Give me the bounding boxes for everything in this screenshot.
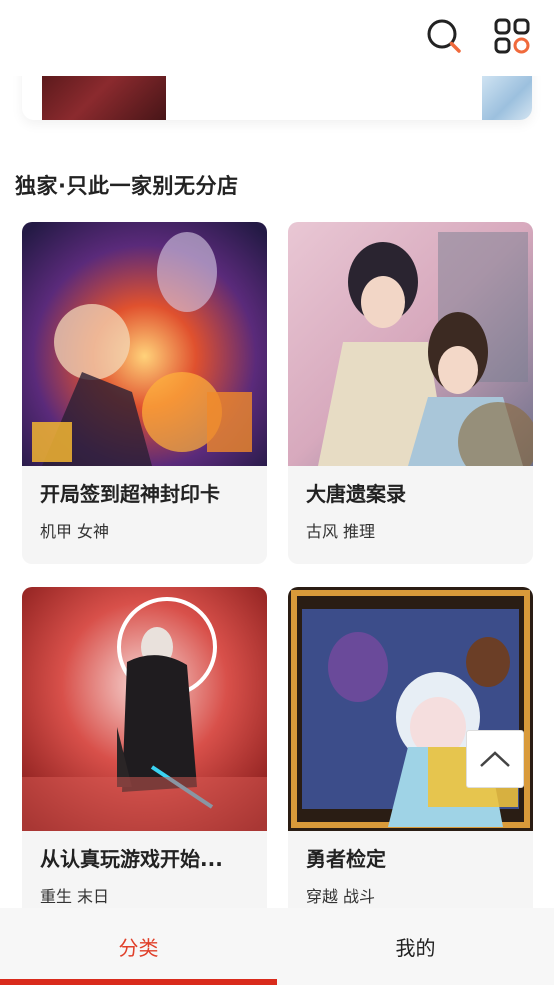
back-to-top-button[interactable] [466,730,524,788]
bottom-nav: 分类 我的 [0,908,554,985]
comic-tag: 女神 [77,522,110,541]
app-page: 独家·只此一家别无分店 开局签到超神封印卡 机甲 女神 大唐遗案录 古风 推理 … [0,0,554,985]
comic-card[interactable]: 大唐遗案录 古风 推理 [288,222,533,564]
top-bar [0,0,554,76]
tab-mine[interactable]: 我的 [277,908,554,985]
comic-tag: 战斗 [343,887,376,906]
comic-tags: 机甲 女神 [40,518,109,542]
grid-menu-icon [494,18,530,54]
comic-title: 从认真玩游戏开始... [40,847,223,871]
comic-cover-image [288,222,533,466]
comic-card[interactable]: 从认真玩游戏开始... 重生 末日 [22,587,267,929]
comic-title: 勇者检定 [306,847,386,871]
comic-tag: 推理 [343,522,376,541]
comic-tags: 古风 推理 [306,518,375,542]
section-title: 独家·只此一家别无分店 [15,174,239,198]
comic-tags: 穿越 战斗 [306,883,375,907]
comic-tag: 重生 [40,887,73,906]
comic-title: 大唐遗案录 [306,482,406,506]
tab-category[interactable]: 分类 [0,908,277,985]
comic-card[interactable]: 开局签到超神封印卡 机甲 女神 [22,222,267,564]
search-button[interactable] [424,16,464,56]
comic-title: 开局签到超神封印卡 [40,482,220,506]
comic-cover-image [288,587,533,831]
comic-tag: 古风 [306,522,339,541]
grid-menu-button[interactable] [492,16,532,56]
previous-cover-image[interactable] [42,76,166,120]
comic-tags: 重生 末日 [40,883,109,907]
comic-tag: 末日 [77,887,110,906]
comic-tag: 穿越 [306,887,339,906]
comic-cover-image [22,222,267,466]
chevron-up-icon [480,751,510,767]
search-icon [427,19,461,53]
comic-cover-image [22,587,267,831]
previous-cover-image[interactable] [482,76,532,120]
comic-tag: 机甲 [40,522,73,541]
